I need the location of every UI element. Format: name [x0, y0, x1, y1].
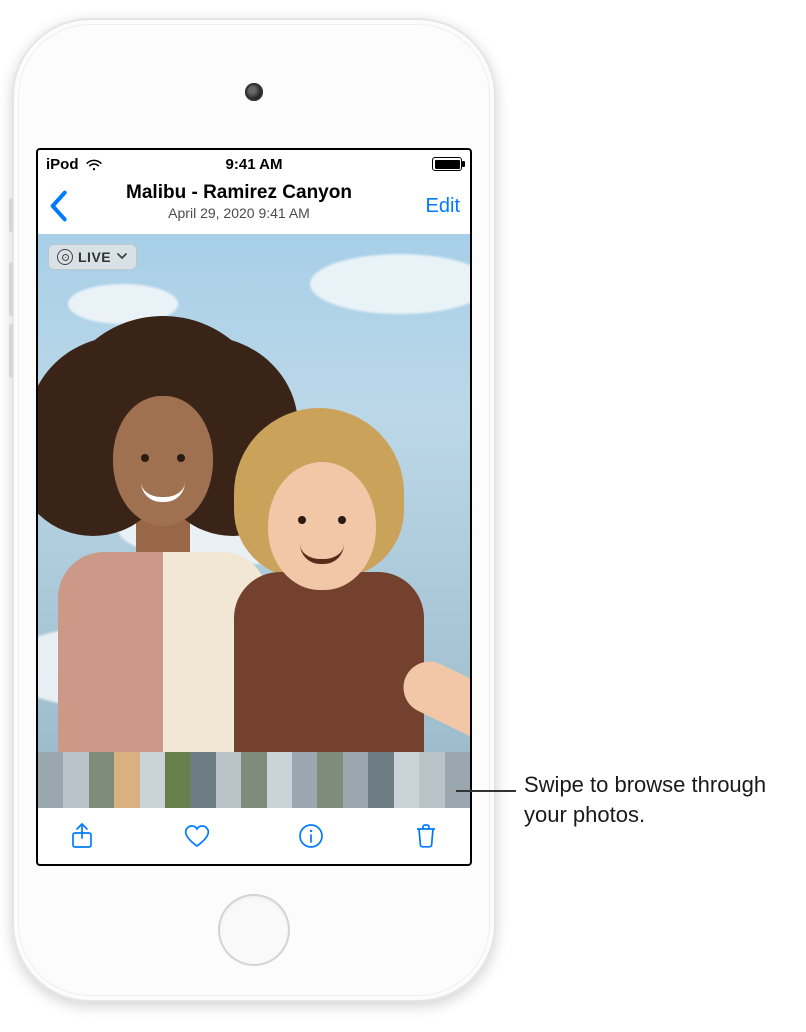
favorite-button[interactable] — [177, 816, 217, 856]
info-icon — [297, 822, 325, 850]
screen: iPod 9:41 AM Malibu - Ramirez Canyon — [36, 148, 472, 866]
nav-subtitle: April 29, 2020 9:41 AM — [78, 205, 400, 221]
front-camera — [245, 83, 263, 101]
thumbnail[interactable] — [419, 752, 444, 808]
back-button[interactable] — [48, 190, 68, 222]
nav-bar: Malibu - Ramirez Canyon April 29, 2020 9… — [38, 178, 470, 234]
callout-annotation: Swipe to browse through your photos. — [500, 770, 796, 829]
live-photo-badge[interactable]: LIVE — [48, 244, 137, 270]
live-photo-icon — [57, 249, 73, 265]
delete-button[interactable] — [406, 816, 446, 856]
thumbnail[interactable] — [292, 752, 317, 808]
thumbnail[interactable] — [394, 752, 419, 808]
thumbnail[interactable] — [114, 752, 139, 808]
share-icon — [68, 822, 96, 850]
photo-content — [310, 254, 470, 314]
thumbnail[interactable] — [368, 752, 393, 808]
status-bar: iPod 9:41 AM — [38, 150, 470, 178]
trash-icon — [412, 822, 440, 850]
callout-text: Swipe to browse through your photos. — [500, 770, 796, 829]
nav-title: Malibu - Ramirez Canyon — [78, 182, 400, 204]
ipod-device-frame: iPod 9:41 AM Malibu - Ramirez Canyon — [12, 18, 496, 1002]
volume-down-button[interactable] — [9, 324, 13, 378]
volume-up-button[interactable] — [9, 262, 13, 316]
lock-button[interactable] — [9, 198, 13, 232]
thumbnail[interactable] — [38, 752, 63, 808]
thumbnail[interactable] — [241, 752, 266, 808]
live-label: LIVE — [78, 249, 111, 265]
thumbnail[interactable] — [267, 752, 292, 808]
thumbnail[interactable] — [343, 752, 368, 808]
edit-button[interactable]: Edit — [426, 195, 460, 218]
info-button[interactable] — [291, 816, 331, 856]
thumbnail[interactable] — [89, 752, 114, 808]
share-button[interactable] — [62, 816, 102, 856]
thumbnail[interactable] — [165, 752, 190, 808]
thumbnail[interactable] — [216, 752, 241, 808]
thumbnail[interactable] — [317, 752, 342, 808]
home-button[interactable] — [218, 894, 290, 966]
photo-viewer[interactable]: LIVE — [38, 234, 470, 752]
bottom-toolbar — [38, 808, 470, 864]
thumbnail[interactable] — [190, 752, 215, 808]
carrier-label: iPod — [46, 156, 79, 173]
battery-icon — [432, 157, 462, 171]
thumbnail[interactable] — [445, 752, 470, 808]
status-time: 9:41 AM — [38, 156, 470, 173]
callout-leader-line — [456, 790, 516, 792]
wifi-icon — [85, 155, 103, 173]
chevron-left-icon — [48, 190, 68, 222]
heart-icon — [183, 822, 211, 850]
thumbnail-scrubber[interactable] — [38, 752, 470, 808]
chevron-down-icon — [116, 249, 128, 265]
thumbnail[interactable] — [140, 752, 165, 808]
photo-content — [234, 408, 424, 752]
thumbnail[interactable] — [63, 752, 88, 808]
